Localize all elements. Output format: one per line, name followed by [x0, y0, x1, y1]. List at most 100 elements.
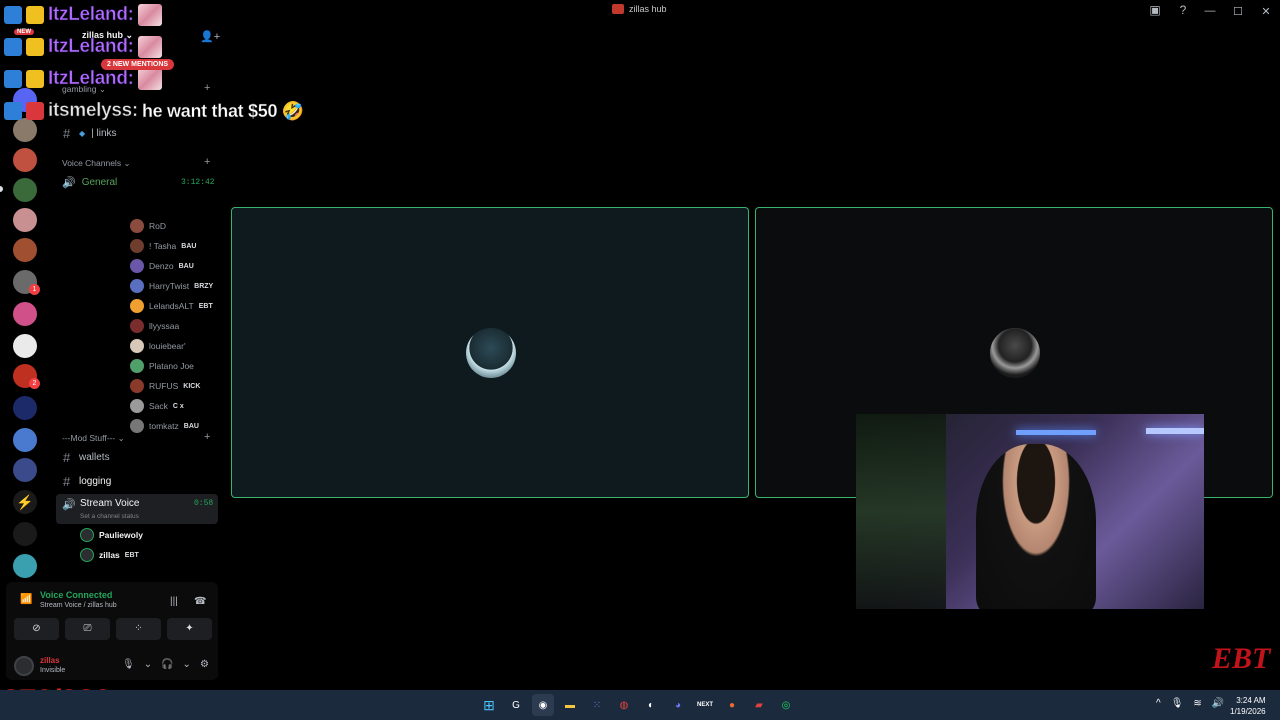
- server-icon[interactable]: [13, 428, 37, 452]
- server-icon[interactable]: [13, 302, 37, 326]
- signal-icon[interactable]: 📶: [20, 594, 32, 605]
- new-badge: NEW: [14, 29, 34, 35]
- activities-button[interactable]: ⁘: [116, 618, 161, 640]
- voice-user-name: RUFUS: [149, 381, 179, 391]
- category-voice-channels[interactable]: Voice Channels ⌄: [62, 158, 131, 169]
- gear-icon[interactable]: ⚙: [200, 659, 209, 670]
- avatar: [80, 528, 94, 542]
- hash-icon: #: [63, 126, 71, 141]
- tray-chevron-icon[interactable]: ^: [1156, 698, 1161, 709]
- voice-user[interactable]: zillas EBT: [80, 547, 220, 563]
- server-icon[interactable]: [13, 334, 37, 358]
- channel-wallets[interactable]: # wallets: [63, 450, 110, 465]
- streamer-figure: [976, 444, 1096, 609]
- chevron-down-icon[interactable]: ⌄: [183, 659, 191, 670]
- lightning-server-icon[interactable]: ⚡: [13, 490, 37, 514]
- discord-icon[interactable]: ◕: [667, 694, 689, 716]
- user-tag: BAU: [178, 262, 194, 270]
- category-mod-stuff[interactable]: ---Mod Stuff--- ⌄: [62, 433, 125, 444]
- microphone-tray-icon[interactable]: 🎙: [1171, 698, 1184, 709]
- server-icon[interactable]: [13, 238, 37, 262]
- avatar: [130, 359, 144, 373]
- channel-links[interactable]: # ◆ | links: [63, 126, 117, 141]
- windows-start-icon[interactable]: ⊞: [478, 694, 500, 716]
- chevron-down-icon[interactable]: ⌄: [144, 659, 152, 670]
- chrome-icon[interactable]: ◍: [613, 694, 635, 716]
- noise-suppression-icon[interactable]: |||: [170, 596, 178, 607]
- wifi-icon[interactable]: ≋: [1193, 698, 1201, 709]
- voice-connected-subtitle: Stream Voice / zillas hub: [40, 602, 117, 609]
- app-icon[interactable]: ▰: [748, 694, 770, 716]
- screen-share-button[interactable]: ⎚: [65, 618, 110, 640]
- disconnect-icon[interactable]: ☎: [194, 596, 206, 607]
- close-button[interactable]: ✕: [1252, 5, 1280, 18]
- server-icon[interactable]: [13, 148, 37, 172]
- background-plant: [856, 414, 946, 609]
- next-app-icon[interactable]: NEXT: [694, 694, 716, 716]
- taskbar: ⊞ G ◉ ▬ ⁙ ◍ ◐ ◕ NEXT ● ▰ ◎ ^ 🎙 ≋ 🔊 3:24 …: [0, 690, 1280, 720]
- inbox-icon[interactable]: ▣: [1148, 3, 1162, 17]
- mentions-badge[interactable]: 2 NEW MENTIONS: [101, 59, 175, 70]
- chat-badge-icon: [4, 70, 22, 88]
- voice-channel-general[interactable]: 🔊 General: [62, 176, 117, 189]
- chat-badge-icon: [4, 6, 22, 24]
- help-icon[interactable]: ?: [1176, 3, 1190, 17]
- window-title: zillas hub: [612, 4, 667, 14]
- headphones-icon[interactable]: 🎧: [161, 659, 173, 670]
- user-tag: BRZY: [194, 282, 214, 290]
- chat-text: he want that $50 🤣: [141, 100, 305, 121]
- add-channel-icon[interactable]: +: [204, 82, 210, 94]
- notification-badge: 1: [29, 284, 40, 295]
- chat-emote: [137, 68, 162, 90]
- file-explorer-icon[interactable]: ▬: [559, 694, 581, 716]
- spotify-icon[interactable]: ◎: [775, 694, 797, 716]
- steam-icon[interactable]: ◐: [640, 694, 662, 716]
- server-icon[interactable]: [13, 208, 37, 232]
- avatar[interactable]: [14, 656, 34, 676]
- server-icon[interactable]: [13, 178, 37, 202]
- user-tag: EBT: [198, 302, 213, 310]
- g-hub-icon[interactable]: G: [505, 694, 527, 716]
- channel-logging[interactable]: # logging: [63, 474, 111, 489]
- add-channel-icon[interactable]: +: [204, 431, 210, 443]
- server-icon[interactable]: [13, 554, 37, 578]
- diamond-icon: ◆: [79, 129, 86, 138]
- voice-channel-stream-voice[interactable]: 🔊 Stream Voice 0:58 Set a channel status: [56, 494, 218, 524]
- user-status: Invisible: [40, 667, 66, 674]
- minimize-button[interactable]: —: [1196, 5, 1224, 17]
- chat-badge-icon: [26, 6, 44, 24]
- volume-icon[interactable]: 🔊: [1212, 698, 1224, 709]
- camera-button[interactable]: ⊘: [14, 618, 59, 640]
- voice-user-name: Platano Joe: [149, 361, 194, 371]
- server-icon[interactable]: [13, 396, 37, 420]
- voice-user-name: RoD: [149, 221, 167, 231]
- avatar: [130, 239, 144, 253]
- speaker-icon: 🔊: [62, 499, 76, 511]
- voice-user-name: louiebear': [149, 341, 186, 351]
- hash-icon: #: [63, 474, 71, 489]
- soundboard-button[interactable]: ✦: [167, 618, 212, 640]
- led-light: [1016, 430, 1096, 435]
- apps-grid-icon[interactable]: ⁙: [586, 694, 608, 716]
- chat-message: ItzLeland:: [4, 67, 162, 91]
- obs-icon[interactable]: ◉: [532, 694, 554, 716]
- server-folder-icon[interactable]: [13, 522, 37, 546]
- microphone-icon[interactable]: 🎙: [122, 659, 135, 670]
- maximize-button[interactable]: ☐: [1224, 5, 1252, 18]
- chat-badge-icon: [26, 102, 44, 120]
- app-icon: [612, 4, 624, 14]
- title-bar: zillas hub ▣ ? — ☐ ✕: [0, 0, 1280, 22]
- taskbar-clock[interactable]: 3:24 AM 1/19/2026: [1230, 695, 1266, 717]
- avatar: [130, 219, 144, 233]
- chat-message: itsmelyss: he want that $50 🤣: [4, 99, 305, 123]
- ebt-logo: EBT: [1212, 642, 1271, 675]
- voice-user-name: tomkatz: [149, 421, 179, 431]
- browser-icon[interactable]: ●: [721, 694, 743, 716]
- server-icon[interactable]: [13, 458, 37, 482]
- channel-status[interactable]: Set a channel status: [80, 513, 139, 520]
- invite-people-icon[interactable]: 👤+: [200, 30, 220, 43]
- chat-username: ItzLeland:: [48, 4, 135, 26]
- add-channel-icon[interactable]: +: [204, 156, 210, 168]
- participant-tile[interactable]: [231, 207, 749, 498]
- voice-user[interactable]: Pauliewoly: [80, 527, 220, 543]
